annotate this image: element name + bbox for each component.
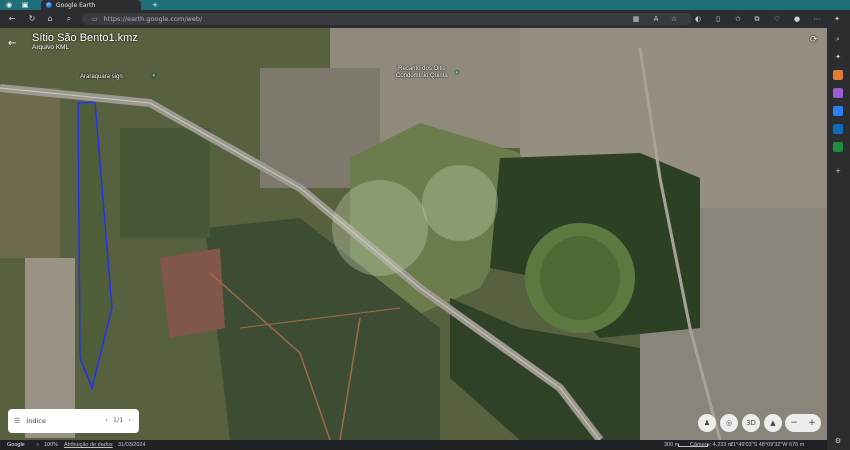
camera-altitude: Câmera: 4.233 m	[690, 442, 733, 448]
browser-tab-strip: ◉ ▣ Google Earth +	[0, 0, 850, 10]
collections-icon[interactable]: ⧉	[752, 14, 762, 24]
search-icon[interactable]: ⌕	[63, 13, 75, 25]
copilot-icon[interactable]: ✦	[832, 14, 842, 24]
favorite-star-icon[interactable]: ☆	[669, 14, 679, 24]
earth-statusbar: Google ○ 100% Atribuição de dados 31/03/…	[0, 440, 827, 450]
zoom-out-button[interactable]: −	[790, 418, 798, 428]
satellite-map[interactable]: ← Sítio São Bento1.kmz Arquivo KML Arara…	[0, 28, 827, 440]
index-label: Índice	[26, 417, 46, 425]
coordinates: 21°49'03"S 48°09'32"W 676 m	[730, 442, 805, 448]
kml-title: Sítio São Bento1.kmz	[32, 32, 138, 44]
tab-title: Google Earth	[56, 1, 96, 9]
back-icon[interactable]: ←	[6, 13, 18, 25]
zoom-level: 100%	[44, 442, 59, 448]
reload-icon[interactable]: ↻	[26, 13, 38, 25]
3d-toggle-button[interactable]: 3D	[742, 414, 760, 432]
favorites-icon[interactable]: ✩	[733, 14, 743, 24]
place-label-recanto[interactable]: Recanto dos Oitis Condomínio Quinta	[396, 66, 448, 80]
add-sidebar-icon[interactable]: +	[833, 166, 843, 176]
sparkle-icon[interactable]: ✦	[833, 52, 843, 62]
tools-icon[interactable]	[833, 88, 843, 98]
app-icon[interactable]: ▦	[631, 14, 641, 24]
browser-essentials-icon[interactable]: ♡	[772, 14, 782, 24]
extensions-icon[interactable]: ◐	[693, 14, 703, 24]
pegman-icon[interactable]: ♟	[698, 414, 716, 432]
reset-view-icon[interactable]: ⟳	[810, 35, 818, 44]
zoom-controls: − +	[785, 414, 821, 432]
place-label-recanto-line2: Condomínio Quinta	[396, 73, 448, 79]
google-earth-icon	[46, 2, 52, 8]
index-pager: ‹ 1/1 ›	[105, 416, 131, 424]
drop-icon[interactable]	[833, 142, 843, 152]
place-label-araraquara[interactable]: Araraquara sign	[80, 74, 123, 81]
shopping-icon[interactable]	[833, 70, 843, 80]
url-text: https://earth.google.com/web/	[103, 15, 203, 23]
park-pin-icon: ●	[455, 70, 459, 76]
browser-toolbar: ← ↻ ⌂ ⌕ ▭ https://earth.google.com/web/ …	[0, 10, 850, 28]
browser-sidebar: ⌕ ✦ + ⚙	[827, 28, 850, 450]
new-tab-button[interactable]: +	[148, 0, 162, 10]
outlook-icon[interactable]	[833, 124, 843, 134]
menu-icon[interactable]: ⋯	[812, 14, 822, 24]
satellite-imagery	[0, 28, 827, 440]
list-icon: ☰	[14, 417, 21, 425]
index-panel[interactable]: ☰ Índice ‹ 1/1 ›	[8, 409, 139, 433]
place-label-recanto-line1: Recanto dos Oitis	[398, 66, 446, 72]
zoom-level-icon: ○	[36, 442, 40, 448]
settings-gear-icon[interactable]: ⚙	[833, 436, 843, 446]
next-icon[interactable]: ›	[128, 416, 131, 424]
split-screen-icon[interactable]: ▯	[713, 14, 723, 24]
profile-icon[interactable]: ◉	[2, 0, 16, 10]
workspaces-icon[interactable]: ▣	[18, 0, 32, 10]
profile-avatar-icon[interactable]: ●	[792, 14, 802, 24]
zoom-in-button[interactable]: +	[808, 418, 816, 428]
search-icon[interactable]: ⌕	[833, 34, 843, 44]
place-pin-icon: ●	[152, 73, 156, 79]
home-icon[interactable]: ⌂	[44, 13, 56, 25]
read-aloud-icon[interactable]: A	[651, 14, 661, 24]
kml-subtitle: Arquivo KML	[32, 44, 70, 51]
attribution-link[interactable]: Atribuição de dados	[64, 442, 113, 448]
scale-label: 300 m	[664, 442, 680, 448]
back-arrow-icon[interactable]: ←	[8, 38, 16, 49]
games-icon[interactable]	[833, 106, 843, 116]
browser-tab[interactable]: Google Earth	[41, 0, 141, 10]
google-brand: Google	[7, 442, 25, 448]
lock-icon: ▭	[92, 15, 98, 23]
address-bar[interactable]: ▭ https://earth.google.com/web/	[82, 13, 692, 25]
imagery-date: 31/03/2024	[118, 442, 146, 448]
page-indicator: 1/1	[112, 416, 124, 424]
compass-icon[interactable]: ▲	[764, 414, 782, 432]
prev-icon[interactable]: ‹	[105, 416, 108, 424]
my-location-icon[interactable]: ◎	[720, 414, 738, 432]
